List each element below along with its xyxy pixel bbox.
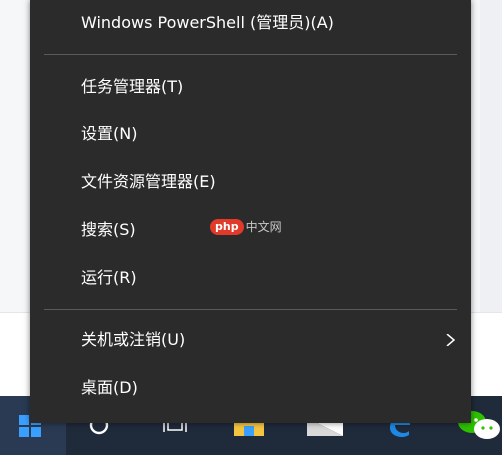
- window-edge: [480, 0, 502, 312]
- menu-item-powershell-admin[interactable]: Windows PowerShell (管理员)(A): [30, 0, 471, 46]
- watermark-text: 中文网: [245, 219, 282, 234]
- menu-item-label: 桌面(D): [81, 378, 138, 397]
- menu-item-label: 设置(N): [81, 124, 138, 143]
- menu-item-run[interactable]: 运行(R): [30, 255, 471, 301]
- menu-item-label: Windows PowerShell (管理员)(A): [81, 13, 334, 32]
- menu-item-desktop[interactable]: 桌面(D): [30, 365, 471, 411]
- chevron-right-icon: [446, 334, 456, 346]
- context-menu: Windows PowerShell (管理员)(A) 任务管理器(T) 设置(…: [30, 0, 471, 423]
- menu-divider: [44, 309, 457, 310]
- menu-item-settings[interactable]: 设置(N): [30, 111, 471, 157]
- watermark: php 中文网: [210, 216, 282, 236]
- menu-item-shutdown-signout[interactable]: 关机或注销(U): [30, 317, 471, 363]
- menu-item-label: 运行(R): [81, 268, 137, 287]
- menu-item-file-explorer[interactable]: 文件资源管理器(E): [30, 159, 471, 205]
- menu-item-label: 关机或注销(U): [81, 330, 186, 349]
- menu-item-label: 任务管理器(T): [81, 77, 184, 96]
- menu-divider: [44, 54, 457, 55]
- watermark-badge: php: [210, 218, 244, 235]
- menu-item-task-manager[interactable]: 任务管理器(T): [30, 64, 471, 110]
- menu-item-label: 文件资源管理器(E): [81, 172, 216, 191]
- menu-item-label: 搜索(S): [81, 220, 136, 239]
